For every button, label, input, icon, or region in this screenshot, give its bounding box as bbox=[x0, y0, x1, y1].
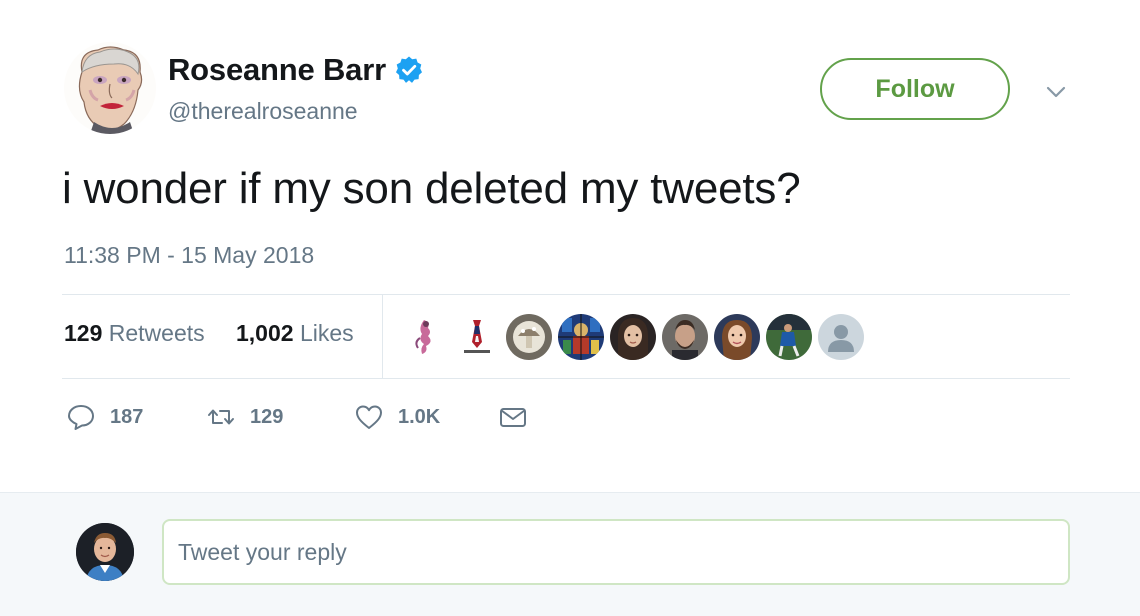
default-user-avatar[interactable] bbox=[818, 314, 864, 360]
pink-figure-avatar[interactable] bbox=[402, 314, 448, 360]
direct-message-button[interactable] bbox=[498, 402, 528, 432]
author-avatar[interactable] bbox=[64, 42, 156, 134]
retweet-button[interactable]: 129 bbox=[206, 402, 283, 432]
likes-count: 1,002 bbox=[236, 320, 294, 346]
author-name-row: Roseanne Barr bbox=[168, 52, 424, 88]
current-user-avatar[interactable] bbox=[76, 523, 134, 581]
drawn-face-portrait bbox=[64, 42, 156, 134]
mushroom-art-avatar[interactable] bbox=[506, 314, 552, 360]
reply-icon bbox=[68, 405, 94, 430]
woman-portrait-avatar[interactable] bbox=[610, 314, 656, 360]
reply-composer bbox=[0, 492, 1140, 616]
bearded-man-avatar[interactable] bbox=[662, 314, 708, 360]
verified-badge-icon bbox=[395, 56, 422, 83]
author-handle[interactable]: @therealroseanne bbox=[168, 98, 358, 125]
stats-divider-top bbox=[62, 294, 1070, 295]
follow-button[interactable]: Follow bbox=[820, 58, 1010, 120]
stats-divider-bottom bbox=[62, 378, 1070, 379]
envelope-icon bbox=[500, 408, 526, 427]
retweets-stat[interactable]: 129 Retweets bbox=[64, 320, 205, 347]
tweet-timestamp[interactable]: 11:38 PM - 15 May 2018 bbox=[64, 242, 314, 269]
likes-stat[interactable]: 1,002 Likes bbox=[236, 320, 354, 347]
author-name[interactable]: Roseanne Barr bbox=[168, 52, 386, 88]
flag-tie-avatar[interactable] bbox=[454, 314, 500, 360]
retweets-count: 129 bbox=[64, 320, 103, 346]
soccer-player-avatar[interactable] bbox=[766, 314, 812, 360]
reply-input[interactable] bbox=[162, 519, 1070, 585]
tweet-text: i wonder if my son deleted my tweets? bbox=[62, 164, 801, 213]
woman-portrait-avatar[interactable] bbox=[714, 314, 760, 360]
like-button[interactable]: 1.0K bbox=[354, 402, 440, 432]
likes-label: Likes bbox=[299, 320, 354, 346]
retweet-count: 129 bbox=[250, 405, 284, 428]
reply-count: 187 bbox=[110, 405, 144, 428]
reply-button[interactable]: 187 bbox=[66, 402, 143, 432]
chevron-down-icon[interactable] bbox=[1040, 76, 1072, 108]
retweets-label: Retweets bbox=[108, 320, 205, 346]
like-count: 1.0K bbox=[398, 405, 441, 428]
stained-glass-avatar[interactable] bbox=[558, 314, 604, 360]
tweet-card: Roseanne Barr @therealroseanne Follow i … bbox=[0, 0, 1140, 492]
retweet-icon bbox=[208, 409, 234, 425]
heart-icon bbox=[356, 405, 382, 429]
stats-vertical-divider bbox=[382, 294, 383, 378]
